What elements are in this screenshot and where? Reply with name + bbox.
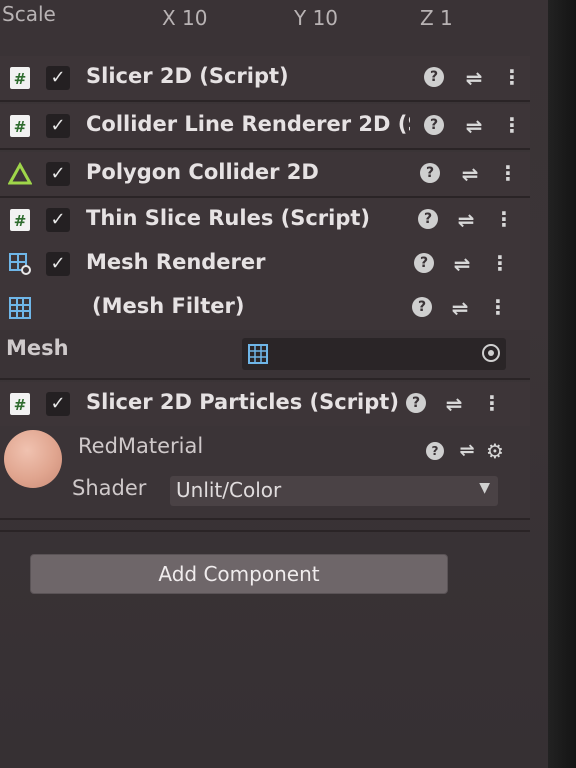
svg-text:#: #: [14, 212, 27, 230]
presets-icon[interactable]: ⇌: [442, 392, 466, 416]
svg-text:#: #: [14, 118, 27, 136]
scale-z-field[interactable]: Z 1: [420, 6, 453, 30]
mesh-filter-icon: [248, 344, 268, 364]
presets-icon[interactable]: ⇌: [456, 440, 478, 462]
component-polygon-collider-2d[interactable]: ✓ Polygon Collider 2D ? ⇌ ⋮: [0, 152, 530, 198]
component-thin-slice-rules[interactable]: # ✓ Thin Slice Rules (Script) ? ⇌ ⋮: [0, 198, 530, 244]
component-enabled-checkbox[interactable]: ✓: [46, 252, 70, 276]
scale-label: Scale: [2, 2, 56, 26]
add-component-button[interactable]: Add Component: [30, 554, 448, 594]
script-icon: #: [10, 67, 30, 89]
more-options-icon[interactable]: ⋮: [492, 208, 516, 232]
more-options-icon[interactable]: ⋮: [486, 296, 510, 320]
shader-label: Shader: [72, 476, 147, 500]
help-icon[interactable]: ?: [422, 114, 446, 138]
presets-icon[interactable]: ⇌: [462, 114, 486, 138]
shader-value: Unlit/Color: [176, 478, 282, 502]
material-preview-sphere[interactable]: [4, 430, 62, 488]
presets-icon[interactable]: ⇌: [448, 296, 472, 320]
more-options-icon[interactable]: ⋮: [500, 66, 524, 90]
component-title: Mesh Renderer: [86, 250, 266, 274]
component-enabled-checkbox[interactable]: ✓: [46, 66, 70, 90]
svg-text:#: #: [14, 396, 27, 414]
shader-dropdown[interactable]: Unlit/Color ▼: [170, 476, 498, 506]
presets-icon[interactable]: ⇌: [450, 252, 474, 276]
presets-icon[interactable]: ⇌: [454, 208, 478, 232]
help-icon[interactable]: ?: [410, 296, 434, 320]
component-title: Collider Line Renderer 2D (S: [86, 112, 410, 136]
scale-x-field[interactable]: X 10: [162, 6, 208, 30]
mesh-filter-icon: [9, 297, 31, 319]
component-mesh-filter[interactable]: (Mesh Filter) ? ⇌ ⋮: [0, 286, 530, 332]
more-options-icon[interactable]: ⋮: [496, 162, 520, 186]
script-icon: #: [10, 209, 30, 231]
gear-icon[interactable]: ⚙: [484, 440, 506, 462]
component-mesh-renderer[interactable]: ✓ Mesh Renderer ? ⇌ ⋮: [0, 242, 530, 288]
presets-icon[interactable]: ⇌: [458, 162, 482, 186]
component-title: Polygon Collider 2D: [86, 160, 319, 184]
divider: [0, 530, 530, 532]
chevron-down-icon: ▼: [479, 480, 490, 496]
script-icon: #: [10, 115, 30, 137]
help-icon[interactable]: ?: [424, 440, 446, 462]
divider: [0, 378, 530, 380]
component-collider-line-renderer-2d[interactable]: # ✓ Collider Line Renderer 2D (S ? ⇌ ⋮: [0, 104, 530, 150]
component-slicer-2d-particles[interactable]: # ✓ Slicer 2D Particles (Script) ? ⇌ ⋮: [0, 382, 530, 428]
component-title: Slicer 2D (Script): [86, 64, 289, 88]
component-enabled-checkbox[interactable]: ✓: [46, 114, 70, 138]
script-icon: #: [10, 393, 30, 415]
help-icon[interactable]: ?: [412, 252, 436, 276]
component-enabled-checkbox[interactable]: ✓: [46, 162, 70, 186]
polygon-collider-icon: [8, 162, 32, 185]
mesh-label: Mesh: [6, 336, 69, 360]
material-name: RedMaterial: [78, 434, 204, 458]
inspector-panel: Scale X 10 Y 10 Z 1 # ✓ Slicer 2D (Scrip…: [0, 0, 548, 768]
component-title: (Mesh Filter): [92, 294, 245, 318]
scale-y-field[interactable]: Y 10: [294, 6, 338, 30]
component-enabled-checkbox[interactable]: ✓: [46, 208, 70, 232]
help-icon[interactable]: ?: [404, 392, 428, 416]
component-title: Slicer 2D Particles (Script): [86, 390, 399, 414]
help-icon[interactable]: ?: [418, 162, 442, 186]
more-options-icon[interactable]: ⋮: [488, 252, 512, 276]
transform-scale-row: Scale X 10 Y 10 Z 1: [0, 0, 548, 48]
component-title: Thin Slice Rules (Script): [86, 206, 371, 230]
help-icon[interactable]: ?: [416, 208, 440, 232]
mesh-object-field[interactable]: [242, 338, 506, 370]
object-picker-icon[interactable]: [482, 344, 500, 362]
mesh-property-row: Mesh: [0, 330, 530, 378]
component-enabled-checkbox[interactable]: ✓: [46, 392, 70, 416]
presets-icon[interactable]: ⇌: [462, 66, 486, 90]
more-options-icon[interactable]: ⋮: [500, 114, 524, 138]
material-section: RedMaterial ? ⇌ ⚙ Shader Unlit/Color ▼: [0, 426, 530, 520]
component-slicer-2d[interactable]: # ✓ Slicer 2D (Script) ? ⇌ ⋮: [0, 56, 530, 102]
more-options-icon[interactable]: ⋮: [480, 392, 504, 416]
window-edge: [548, 0, 576, 768]
help-icon[interactable]: ?: [422, 66, 446, 90]
mesh-renderer-icon: [9, 253, 31, 275]
svg-text:#: #: [14, 70, 27, 88]
